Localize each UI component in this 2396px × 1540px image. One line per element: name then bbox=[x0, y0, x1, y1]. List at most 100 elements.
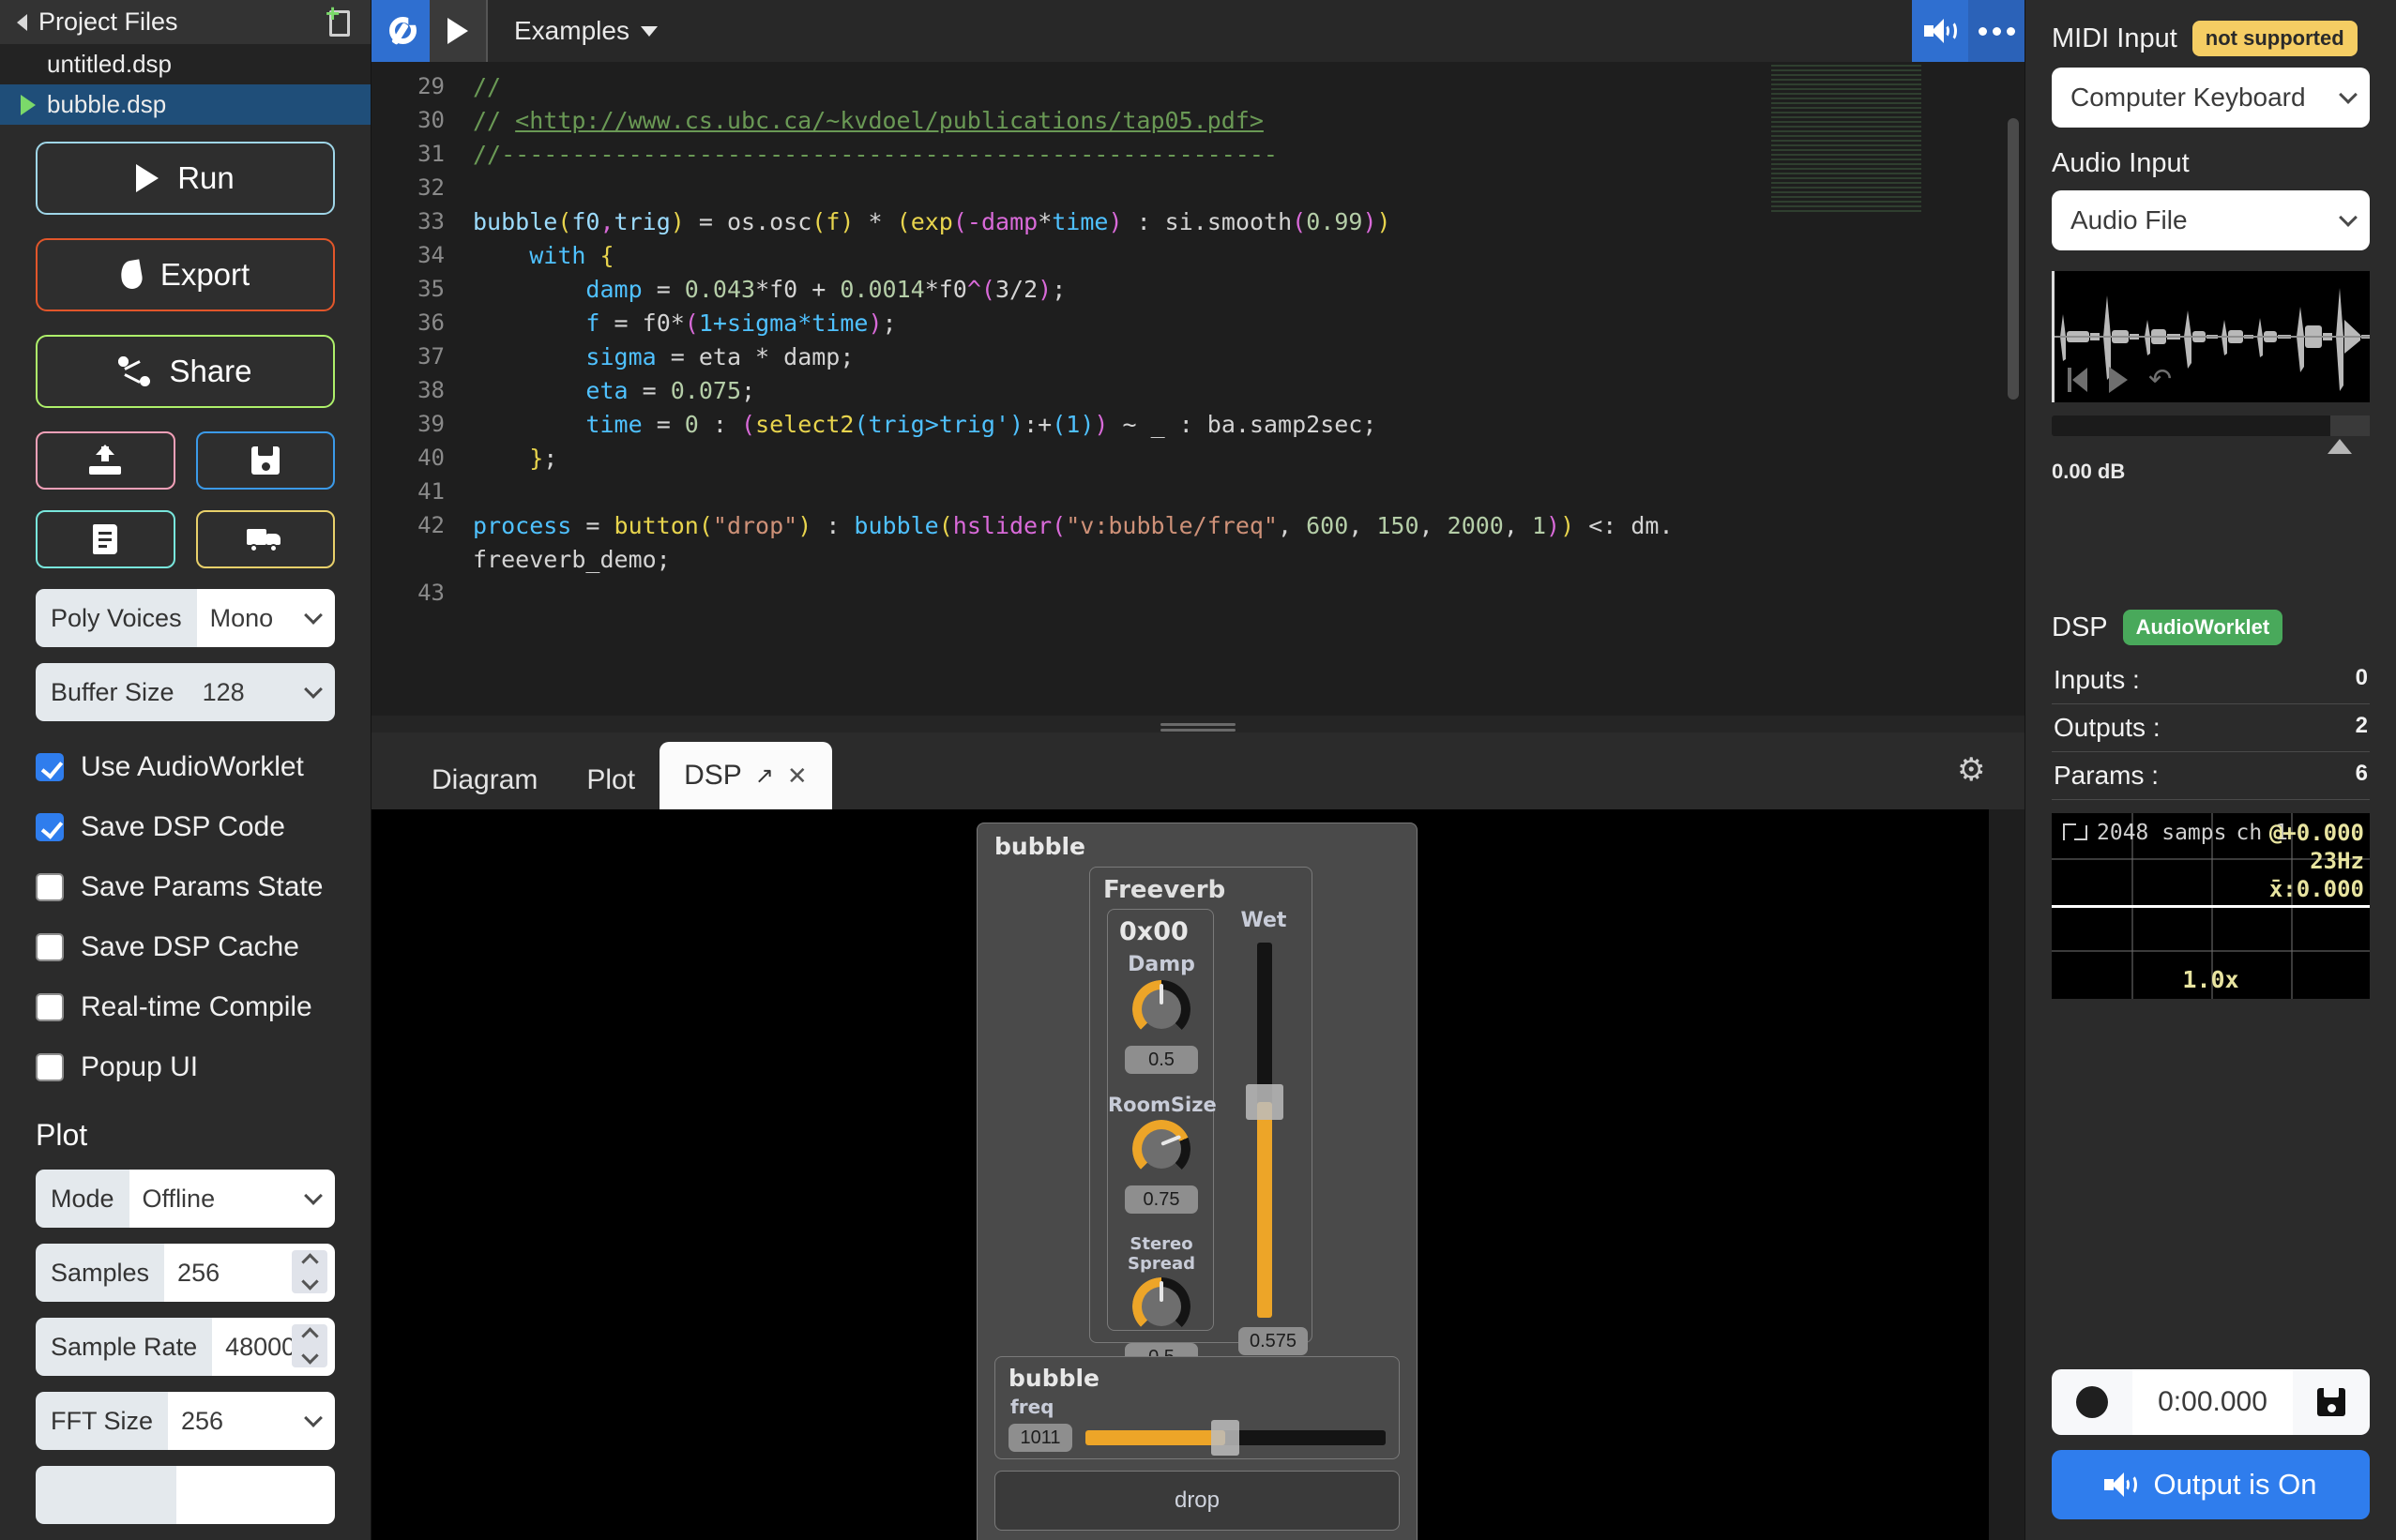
roomsize-value[interactable]: 0.75 bbox=[1125, 1185, 1198, 1214]
checkbox-popup-ui[interactable]: Popup UI bbox=[36, 1037, 335, 1097]
square-wave-icon[interactable] bbox=[2063, 823, 2087, 840]
settings-wrench-button[interactable] bbox=[372, 0, 430, 62]
code-line[interactable]: freeverb_demo; bbox=[372, 542, 2024, 576]
code-line[interactable]: 41 bbox=[372, 475, 2024, 508]
code-line[interactable]: 39 time = 0 : (select2(trig>trig'):+(1))… bbox=[372, 407, 2024, 441]
stepper-icon[interactable] bbox=[292, 1324, 327, 1367]
checkbox-box[interactable] bbox=[36, 933, 64, 961]
code-line[interactable]: 42 process = button("drop") : bubble(hsli… bbox=[372, 508, 2024, 542]
checkbox-box[interactable] bbox=[36, 813, 64, 841]
code-line[interactable]: 37 sigma = eta * damp; bbox=[372, 340, 2024, 373]
tab-diagram[interactable]: Diagram bbox=[407, 751, 562, 809]
wet-value[interactable]: 0.575 bbox=[1238, 1327, 1308, 1355]
midi-input-value: Computer Keyboard bbox=[2070, 83, 2306, 112]
skip-back-icon[interactable] bbox=[2068, 368, 2088, 392]
scope-zoom[interactable]: 1.0x bbox=[2052, 966, 2370, 993]
collapse-caret-icon[interactable] bbox=[17, 13, 27, 31]
poly-voices-field[interactable]: Poly Voices Mono bbox=[36, 589, 335, 647]
code-line[interactable]: 34 with { bbox=[372, 238, 2024, 272]
line-number: 35 bbox=[417, 276, 445, 302]
gear-icon[interactable] bbox=[1957, 755, 1987, 785]
audio-file-waveform[interactable]: ↶ bbox=[2052, 271, 2370, 402]
deploy-button[interactable] bbox=[195, 510, 335, 568]
audio-input-select[interactable]: Audio File bbox=[2052, 190, 2370, 250]
checkbox-realtime-compile[interactable]: Real-time Compile bbox=[36, 977, 335, 1037]
code-line[interactable]: 36 f = f0*(1+sigma*time); bbox=[372, 306, 2024, 340]
code-editor[interactable]: 29 // 30 // <http://www.cs.ubc.ca/~kvdoel/… bbox=[372, 62, 2024, 716]
editor-resize-handle[interactable] bbox=[372, 716, 2024, 732]
code-line[interactable]: 35 damp = 0.043*f0 + 0.0014*f0^(3/2); bbox=[372, 272, 2024, 306]
toolbar-sound-button[interactable] bbox=[1912, 0, 1968, 62]
file-item-untitled[interactable]: untitled.dsp bbox=[0, 44, 371, 85]
toolbar-run-button[interactable] bbox=[430, 0, 488, 62]
wet-slider-track[interactable] bbox=[1246, 943, 1283, 1318]
midi-input-select[interactable]: Computer Keyboard bbox=[2052, 68, 2370, 128]
new-file-icon[interactable]: + bbox=[326, 1, 354, 38]
buffer-size-select[interactable]: 128 bbox=[189, 663, 335, 721]
plot-mode-select[interactable]: Offline bbox=[129, 1170, 335, 1228]
line-number: 43 bbox=[417, 580, 445, 606]
output-toggle-button[interactable]: Output is On bbox=[2052, 1450, 2370, 1519]
plot-samplerate-input[interactable]: 48000 bbox=[212, 1318, 335, 1376]
checkbox-use-audioworklet[interactable]: Use AudioWorklet bbox=[36, 737, 335, 797]
checkbox-box[interactable] bbox=[36, 1053, 64, 1081]
buffer-size-field[interactable]: Buffer Size 128 bbox=[36, 663, 335, 721]
plot-extra-value[interactable] bbox=[176, 1466, 335, 1524]
code-line[interactable]: 38 eta = 0.075; bbox=[372, 373, 2024, 407]
examples-menu[interactable]: Examples bbox=[488, 0, 684, 62]
share-label: Share bbox=[169, 354, 252, 388]
dsp-outputs-label: Outputs : bbox=[2054, 713, 2161, 742]
plot-samples-input[interactable]: 256 bbox=[164, 1244, 335, 1302]
plot-mode-field[interactable]: Mode Offline bbox=[36, 1170, 335, 1228]
record-button[interactable] bbox=[2052, 1386, 2132, 1418]
bubble-group-title: bubble bbox=[1008, 1365, 1100, 1392]
dsp-params-value: 6 bbox=[2355, 761, 2368, 786]
checkbox-box[interactable] bbox=[36, 873, 64, 901]
run-button[interactable]: Run bbox=[36, 142, 335, 215]
plot-fftsize-select[interactable]: 256 bbox=[168, 1392, 335, 1450]
upload-button[interactable] bbox=[36, 431, 175, 490]
checkbox-save-dsp-code[interactable]: Save DSP Code bbox=[36, 797, 335, 857]
faust-root-group: bubble Freeverb 0x00 Damp 0.5 RoomSize 0… bbox=[977, 823, 1418, 1540]
gain-slider-handle[interactable] bbox=[2328, 439, 2352, 454]
poly-voices-select[interactable]: Mono bbox=[196, 589, 335, 647]
code-line[interactable]: 43 bbox=[372, 576, 2024, 610]
loop-icon[interactable]: ↶ bbox=[2148, 366, 2172, 394]
stereospread-knob[interactable] bbox=[1132, 1277, 1190, 1336]
checkbox-box[interactable] bbox=[36, 753, 64, 781]
wet-slider-handle[interactable] bbox=[1246, 1084, 1283, 1120]
plot-samplerate-field[interactable]: Sample Rate 48000 bbox=[36, 1318, 335, 1376]
toolbar-more-button[interactable] bbox=[1968, 0, 2024, 62]
plot-samples-field[interactable]: Samples 256 bbox=[36, 1244, 335, 1302]
play-icon[interactable] bbox=[2109, 367, 2128, 393]
gain-slider[interactable] bbox=[2052, 415, 2370, 436]
roomsize-knob[interactable] bbox=[1132, 1120, 1190, 1178]
freq-slider-track[interactable] bbox=[1085, 1420, 1386, 1456]
save-file-button[interactable] bbox=[195, 431, 335, 490]
editor-minimap[interactable] bbox=[1771, 62, 1921, 212]
plot-extra-field[interactable] bbox=[36, 1466, 335, 1524]
drop-button[interactable]: drop bbox=[994, 1471, 1400, 1531]
checkbox-save-params-state[interactable]: Save Params State bbox=[36, 857, 335, 917]
record-save-button[interactable] bbox=[2293, 1388, 2370, 1416]
editor-scrollbar[interactable] bbox=[2008, 118, 2019, 400]
oscilloscope[interactable]: 2048 samps ch 1 @+0.000 23Hz x̄:0.000 1.… bbox=[2052, 813, 2370, 999]
tab-plot[interactable]: Plot bbox=[562, 751, 660, 809]
docs-button[interactable] bbox=[36, 510, 175, 568]
speaker-icon bbox=[1924, 19, 1957, 43]
export-button[interactable]: Export bbox=[36, 238, 335, 311]
checkbox-save-dsp-cache[interactable]: Save DSP Cache bbox=[36, 917, 335, 977]
damp-knob[interactable] bbox=[1132, 980, 1190, 1038]
close-icon[interactable]: ✕ bbox=[787, 762, 808, 791]
freq-slider-handle[interactable] bbox=[1210, 1420, 1239, 1456]
plot-fftsize-field[interactable]: FFT Size 256 bbox=[36, 1392, 335, 1450]
stepper-icon[interactable] bbox=[292, 1250, 327, 1293]
file-item-bubble[interactable]: bubble.dsp bbox=[0, 84, 371, 125]
popout-icon[interactable]: ↗ bbox=[755, 762, 774, 790]
share-button[interactable]: Share bbox=[36, 335, 335, 408]
freq-value[interactable]: 1011 bbox=[1008, 1424, 1072, 1452]
tab-dsp[interactable]: DSP ↗ ✕ bbox=[660, 742, 832, 809]
checkbox-box[interactable] bbox=[36, 993, 64, 1021]
damp-value[interactable]: 0.5 bbox=[1125, 1046, 1198, 1074]
code-line[interactable]: 40 }; bbox=[372, 441, 2024, 475]
